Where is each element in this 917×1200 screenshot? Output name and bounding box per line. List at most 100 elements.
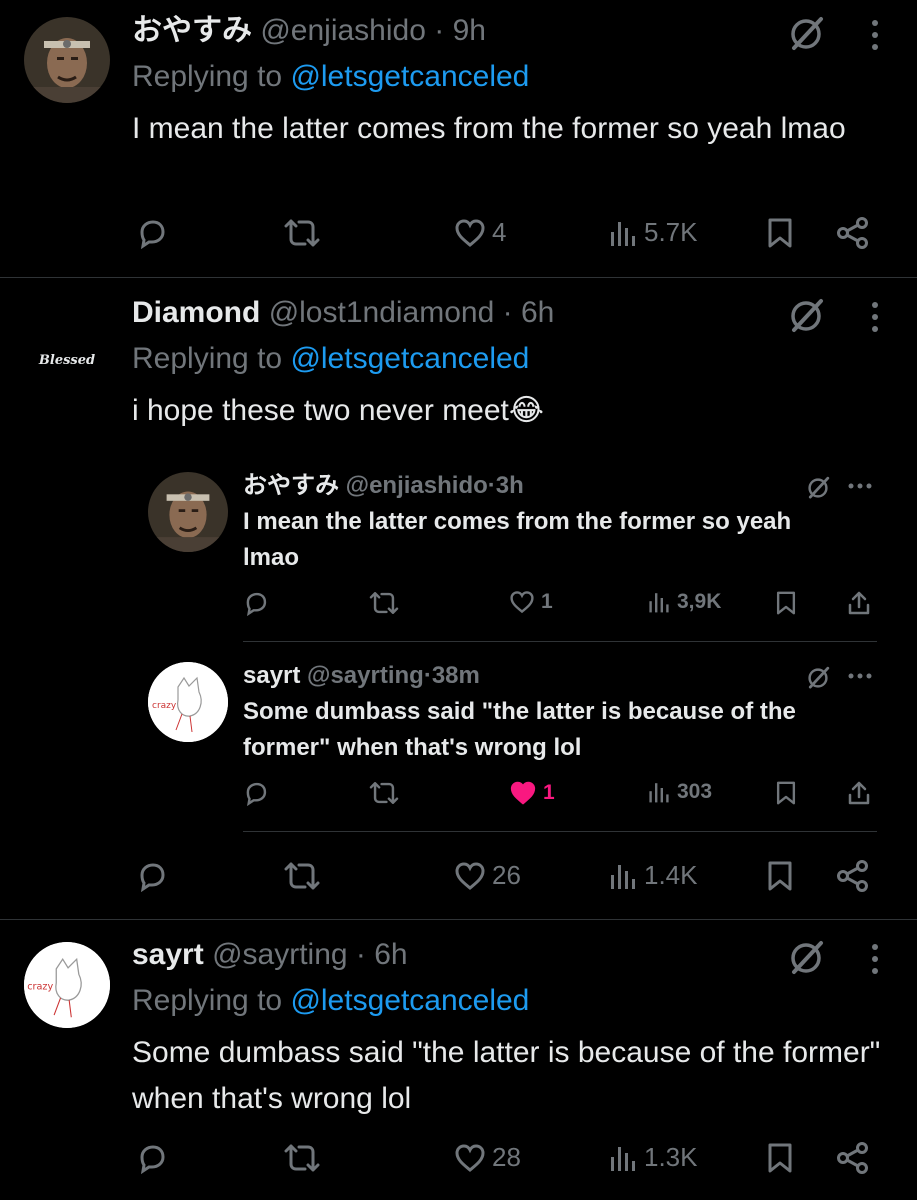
- handle[interactable]: @sayrting: [212, 938, 348, 971]
- views-button[interactable]: 303: [647, 780, 712, 804]
- bookmark-button[interactable]: [766, 1142, 794, 1174]
- views-button[interactable]: 5.7K: [608, 217, 698, 248]
- like-count: 26: [492, 860, 521, 890]
- display-name[interactable]: sayrt: [243, 662, 300, 689]
- quoted-tweet-sayrting[interactable]: crazy sayrt @sayrting·38m Some dumbass s…: [140, 658, 877, 828]
- views-icon: [649, 783, 669, 803]
- retweet-button[interactable]: [369, 590, 399, 616]
- timestamp[interactable]: 6h: [521, 296, 554, 329]
- grok-icon[interactable]: [803, 664, 833, 697]
- share-icon: [837, 1142, 868, 1174]
- quoted-tweet-enjiashido[interactable]: おやすみ @enjiashido·3h I mean the latter co…: [140, 466, 877, 630]
- reply-icon: [140, 1145, 165, 1174]
- more-icon[interactable]: [860, 300, 890, 339]
- share-button[interactable]: [847, 780, 871, 806]
- reply-button[interactable]: [136, 1142, 168, 1174]
- display-name[interactable]: Diamond: [132, 296, 260, 329]
- tweet-lost1ndiamond[interactable]: Blessed Diamond @lost1ndiamond · 6h Repl…: [0, 278, 917, 918]
- heart-icon: [455, 218, 485, 247]
- views-count: 5.7K: [644, 217, 698, 247]
- retweet-button[interactable]: [284, 1142, 320, 1174]
- share-button[interactable]: [836, 860, 870, 892]
- grok-icon[interactable]: [786, 14, 826, 59]
- avatar-enjiashido[interactable]: [148, 472, 228, 552]
- display-name[interactable]: おやすみ: [132, 14, 252, 47]
- tweet-actions: 4 5.7K: [132, 217, 872, 257]
- tweet-header: sayrt @sayrting · 6h: [132, 938, 408, 972]
- bookmark-button[interactable]: [766, 860, 794, 892]
- handle[interactable]: @sayrting: [307, 662, 424, 689]
- reply-button[interactable]: [136, 860, 168, 892]
- like-button[interactable]: 26: [454, 860, 521, 891]
- grok-icon[interactable]: [786, 938, 826, 983]
- replying-to-mention[interactable]: @letsgetcanceled: [290, 984, 529, 1017]
- views-icon: [611, 221, 635, 246]
- heart-icon: [510, 591, 534, 614]
- tweet-text: i hope these two never meet😂: [132, 394, 544, 427]
- grok-icon[interactable]: [803, 474, 833, 507]
- retweet-button[interactable]: [369, 780, 399, 806]
- retweet-icon: [369, 592, 399, 614]
- handle[interactable]: @enjiashido: [346, 472, 488, 499]
- avatar-lost1ndiamond[interactable]: Blessed: [24, 298, 110, 384]
- reply-icon: [246, 592, 267, 616]
- handle[interactable]: @lost1ndiamond: [269, 296, 495, 329]
- like-button[interactable]: 28: [454, 1142, 521, 1173]
- reply-icon: [140, 863, 165, 892]
- share-icon: [837, 217, 868, 249]
- more-icon[interactable]: [847, 666, 873, 691]
- avatar-enjiashido[interactable]: [24, 17, 110, 103]
- bookmark-icon: [776, 591, 796, 615]
- bookmark-button[interactable]: [775, 780, 797, 806]
- heart-icon: [510, 781, 536, 805]
- share-button[interactable]: [836, 217, 870, 249]
- more-icon[interactable]: [847, 476, 873, 501]
- views-button[interactable]: 1.3K: [608, 1142, 698, 1173]
- heart-icon: [455, 861, 485, 890]
- like-count: 28: [492, 1142, 521, 1172]
- tweet-enjiashido[interactable]: おやすみ @enjiashido · 9h Replying to @letsg…: [0, 0, 917, 276]
- more-icon[interactable]: [860, 942, 890, 981]
- more-icon[interactable]: [860, 18, 890, 57]
- views-count: 3,9K: [677, 590, 722, 613]
- share-button[interactable]: [836, 1142, 870, 1174]
- avatar-sayrting[interactable]: crazy: [148, 662, 228, 742]
- reply-button[interactable]: [136, 217, 168, 249]
- bookmark-button[interactable]: [775, 590, 797, 616]
- reply-button[interactable]: [243, 780, 269, 806]
- avatar-image: crazy: [24, 942, 110, 1028]
- share-button[interactable]: [847, 590, 871, 616]
- quoted-actions: 1 3,9K: [243, 590, 873, 620]
- like-button[interactable]: 4: [454, 217, 506, 248]
- bookmark-icon: [776, 781, 796, 805]
- views-icon: [611, 864, 635, 889]
- display-name[interactable]: おやすみ: [243, 472, 339, 499]
- retweet-button[interactable]: [284, 860, 320, 892]
- replying-to-mention[interactable]: @letsgetcanceled: [290, 342, 529, 375]
- retweet-button[interactable]: [284, 217, 320, 249]
- like-button-active[interactable]: 1: [509, 780, 555, 806]
- replying-to-mention[interactable]: @letsgetcanceled: [290, 60, 529, 93]
- timestamp[interactable]: 3h: [496, 472, 524, 499]
- timestamp[interactable]: 9h: [453, 14, 486, 47]
- handle[interactable]: @enjiashido: [260, 14, 426, 47]
- reply-button[interactable]: [243, 590, 269, 616]
- tweet-actions: 28 1.3K: [132, 1142, 872, 1182]
- like-count: 1: [543, 781, 555, 804]
- bookmark-button[interactable]: [766, 217, 794, 249]
- avatar-sayrting[interactable]: crazy: [24, 942, 110, 1028]
- tweet-actions: 26 1.4K: [132, 860, 872, 900]
- timestamp[interactable]: 38m: [432, 662, 480, 689]
- views-button[interactable]: 3,9K: [647, 590, 721, 614]
- quoted-text: Some dumbass said "the latter is because…: [243, 698, 796, 761]
- views-count: 1.4K: [644, 860, 698, 890]
- separator: ·: [423, 662, 432, 689]
- replying-to: Replying to @letsgetcanceled: [132, 984, 529, 1018]
- grok-icon[interactable]: [786, 296, 826, 341]
- views-button[interactable]: 1.4K: [608, 860, 698, 891]
- timestamp[interactable]: 6h: [374, 938, 407, 971]
- like-button[interactable]: 1: [509, 590, 553, 614]
- display-name[interactable]: sayrt: [132, 938, 204, 971]
- replying-to: Replying to @letsgetcanceled: [132, 342, 529, 376]
- tweet-sayrting[interactable]: crazy sayrt @sayrting · 6h Replying to @…: [0, 920, 917, 1200]
